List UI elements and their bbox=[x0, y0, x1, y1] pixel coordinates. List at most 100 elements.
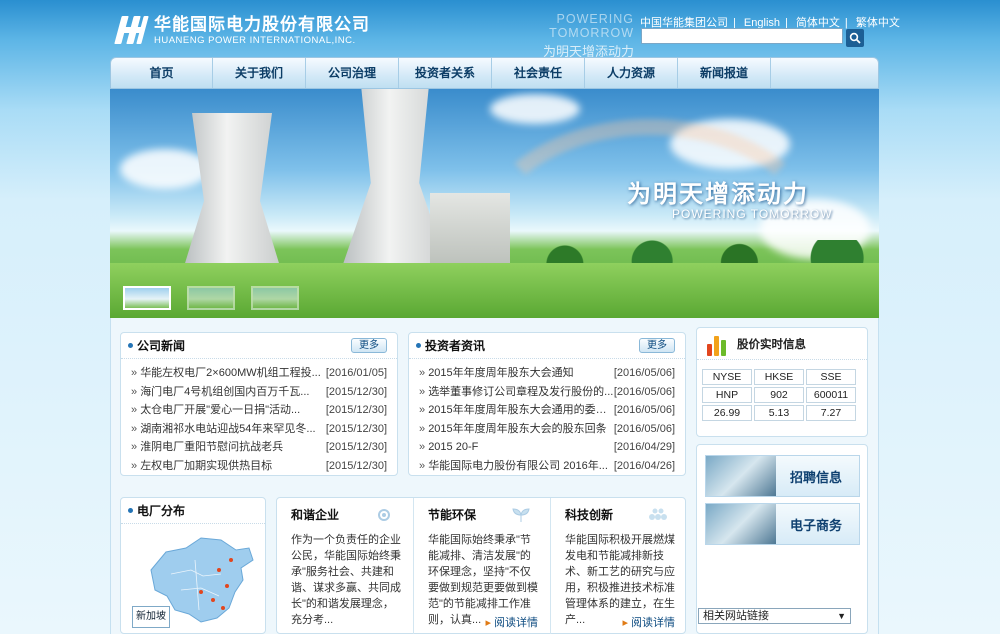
investor-news-item[interactable]: 2015年年度周年股东大会的股东回条 [2016/05/06] bbox=[419, 420, 675, 439]
company-news-item[interactable]: 左权电厂加期实现供热目标 [2015/12/30] bbox=[131, 457, 387, 476]
nav-investor-relations[interactable]: 投资者关系 bbox=[399, 58, 492, 88]
related-sites-select[interactable]: 相关网站链接 ▼ bbox=[698, 608, 851, 624]
stock-info-title: 股价实时信息 bbox=[737, 338, 806, 351]
stock-table: NYSE HKSE SSE HNP 902 600011 26.99 5.13 … bbox=[700, 367, 858, 423]
company-news-item-title[interactable]: 湖南湘祁水电站迎战54年来罕见冬... bbox=[131, 420, 315, 439]
search-icon bbox=[849, 32, 861, 44]
investor-news-item-date: [2016/04/29] bbox=[613, 441, 675, 453]
chevron-down-icon: ▼ bbox=[837, 611, 846, 621]
investor-news-item-date: [2016/05/06] bbox=[613, 404, 675, 416]
logo-mark-icon bbox=[112, 14, 150, 46]
stock-price-hkse: 5.13 bbox=[754, 405, 804, 421]
feature-harmony-title: 和谐企业 bbox=[291, 508, 340, 522]
company-news-item-title[interactable]: 海门电厂4号机组创国内百万千瓦... bbox=[131, 383, 309, 402]
investor-news-item[interactable]: 2015年年度周年股东大会通知 [2016/05/06] bbox=[419, 364, 675, 383]
header-slogan-en: POWERING TOMORROW bbox=[549, 12, 634, 40]
investor-news-item-date: [2016/05/06] bbox=[613, 367, 675, 379]
investor-news-item-title[interactable]: 2015年年度周年股东大会的股东回条 bbox=[419, 420, 606, 439]
banner-slogan-en: POWERING TOMORROW bbox=[672, 207, 833, 221]
company-news-item[interactable]: 华能左权电厂2×600MW机组工程投... [2016/01/05] bbox=[131, 364, 387, 383]
feature-harmony-body: 作为一个负责任的企业公民，华能国际始终秉承"服务社会、共建和谐、谋求多赢、共同成… bbox=[291, 534, 401, 626]
stock-exchange-nyse: NYSE bbox=[702, 369, 752, 385]
recruitment-banner[interactable]: 招聘信息 bbox=[705, 455, 860, 497]
company-news-item-date: [2015/12/30] bbox=[325, 385, 387, 398]
company-logo[interactable]: 华能国际电力股份有限公司 HUANENG POWER INTERNATIONAL… bbox=[112, 14, 370, 46]
drops-icon bbox=[649, 508, 667, 520]
company-news-item[interactable]: 淮阴电厂重阳节慰问抗战老兵 [2015/12/30] bbox=[131, 438, 387, 457]
feature-green-read-more[interactable]: 阅读详情 bbox=[485, 614, 538, 630]
nav-social-responsibility[interactable]: 社会责任 bbox=[492, 58, 585, 88]
feature-green: 节能环保 华能国际始终秉承"节能减排、清洁发展"的环保理念，坚持"不仅要做到规范… bbox=[414, 498, 550, 634]
investor-news-item-title[interactable]: 2015年年度周年股东大会通知 bbox=[419, 364, 573, 383]
stock-price-sse: 7.27 bbox=[806, 405, 856, 421]
company-news-item-date: [2015/12/30] bbox=[325, 459, 387, 472]
banner-thumb-2[interactable] bbox=[187, 286, 235, 310]
stock-price-nyse: 26.99 bbox=[702, 405, 752, 421]
investor-news-item-date: [2016/05/06] bbox=[613, 385, 675, 398]
related-sites-selected: 相关网站链接 bbox=[703, 610, 769, 622]
company-news-item-title[interactable]: 淮阴电厂重阳节慰问抗战老兵 bbox=[131, 438, 283, 457]
investor-news-item[interactable]: 选举董事修订公司章程及发行股份的...[2016/05/06] bbox=[419, 383, 675, 402]
stock-code-nyse: HNP bbox=[702, 387, 752, 403]
company-news-item[interactable]: 湖南湘祁水电站迎战54年来罕见冬... [2015/12/30] bbox=[131, 420, 387, 439]
investor-news-item[interactable]: 2015年年度周年股东大会通用的委托...[2016/05/06] bbox=[419, 401, 675, 420]
feature-green-title: 节能环保 bbox=[428, 508, 477, 522]
nav-about[interactable]: 关于我们 bbox=[213, 58, 306, 88]
hero-banner[interactable]: 为明天增添动力 POWERING TOMORROW bbox=[110, 89, 879, 318]
investor-news-item[interactable]: 2015 20-F [2016/04/29] bbox=[419, 438, 675, 457]
company-news-more-button[interactable]: 更多 bbox=[351, 338, 387, 353]
nav-human-resources[interactable]: 人力资源 bbox=[585, 58, 678, 88]
nav-news[interactable]: 新闻报道 bbox=[678, 58, 771, 88]
search-input[interactable] bbox=[641, 28, 843, 44]
company-news-item[interactable]: 太仓电厂开展"爱心一日捐"活动... [2015/12/30] bbox=[131, 401, 387, 420]
company-news-item-title[interactable]: 太仓电厂开展"爱心一日捐"活动... bbox=[131, 401, 300, 420]
company-news-item-date: [2015/12/30] bbox=[325, 422, 387, 435]
company-news-item[interactable]: 海门电厂4号机组创国内百万千瓦... [2015/12/30] bbox=[131, 383, 387, 402]
investor-news-more-button[interactable]: 更多 bbox=[639, 338, 675, 353]
plant-map-title: 电厂分布 bbox=[121, 498, 265, 524]
feature-panel: 和谐企业 作为一个负责任的企业公民，华能国际始终秉承"服务社会、共建和谐、谋求多… bbox=[276, 497, 686, 634]
company-news-item-date: [2015/12/30] bbox=[325, 441, 387, 453]
banner-thumb-1[interactable] bbox=[123, 286, 171, 310]
feature-harmony: 和谐企业 作为一个负责任的企业公民，华能国际始终秉承"服务社会、共建和谐、谋求多… bbox=[277, 498, 413, 634]
investor-news-item-title[interactable]: 选举董事修订公司章程及发行股份的... bbox=[419, 383, 613, 402]
recruitment-label: 招聘信息 bbox=[790, 469, 843, 485]
stock-exchange-hkse: HKSE bbox=[754, 369, 804, 385]
link-traditional-chinese[interactable]: 繁体中文 bbox=[856, 17, 900, 29]
investor-news-item[interactable]: 华能国际电力股份有限公司 2016年... [2016/04/26] bbox=[419, 457, 675, 476]
banner-thumb-3[interactable] bbox=[251, 286, 299, 310]
stock-info-panel: 股价实时信息 NYSE HKSE SSE HNP 902 600011 26.9… bbox=[696, 327, 868, 437]
main-nav: 首页 关于我们 公司治理 投资者关系 社会责任 人力资源 新闻报道 bbox=[110, 57, 879, 89]
stock-code-sse: 600011 bbox=[806, 387, 856, 403]
singapore-badge[interactable]: 新加坡 bbox=[132, 606, 170, 628]
company-news-item-date: [2016/01/05] bbox=[325, 367, 387, 379]
company-news-item-title[interactable]: 左权电厂加期实现供热目标 bbox=[131, 457, 272, 476]
investor-news-item-date: [2016/05/06] bbox=[613, 422, 675, 435]
bar-chart-icon bbox=[707, 332, 729, 356]
logo-name-cn: 华能国际电力股份有限公司 bbox=[154, 14, 370, 34]
ecommerce-banner[interactable]: 电子商务 bbox=[705, 503, 860, 545]
feature-innovation-read-more[interactable]: 阅读详情 bbox=[622, 614, 675, 630]
nav-home[interactable]: 首页 bbox=[111, 58, 213, 88]
company-news-panel: 公司新闻 更多 华能左权电厂2×600MW机组工程投...[2016/01/05… bbox=[120, 332, 398, 476]
plant-map-panel: 电厂分布 新加坡 bbox=[120, 497, 266, 634]
investor-news-item-title[interactable]: 2015 20-F bbox=[419, 438, 478, 457]
header-slogan: POWERING TOMORROW 为明天增添动力 bbox=[484, 12, 634, 60]
investor-news-item-date: [2016/04/26] bbox=[613, 459, 675, 472]
nav-governance[interactable]: 公司治理 bbox=[306, 58, 399, 88]
cooling-tower-image bbox=[182, 113, 282, 273]
side-promo-panel: 招聘信息 电子商务 bbox=[696, 444, 868, 634]
ecommerce-photo bbox=[706, 504, 776, 544]
investor-news-item-title[interactable]: 华能国际电力股份有限公司 2016年... bbox=[419, 457, 608, 476]
search-button[interactable] bbox=[846, 29, 864, 47]
stock-code-hkse: 902 bbox=[754, 387, 804, 403]
banner-slogan-cn: 为明天增添动力 bbox=[627, 179, 809, 208]
feature-innovation: 科技创新 华能国际积极开展燃煤发电和节能减排新技术、新工艺的研究与应用，积极推进… bbox=[551, 498, 687, 634]
banner-thumbnails bbox=[123, 286, 299, 310]
feature-innovation-title: 科技创新 bbox=[565, 508, 614, 522]
company-news-item-title[interactable]: 华能左权电厂2×600MW机组工程投... bbox=[131, 364, 321, 383]
investor-news-item-title[interactable]: 2015年年度周年股东大会通用的委托... bbox=[419, 401, 614, 420]
stock-exchange-sse: SSE bbox=[806, 369, 856, 385]
gear-icon bbox=[378, 509, 390, 521]
leaf-icon bbox=[512, 508, 530, 522]
